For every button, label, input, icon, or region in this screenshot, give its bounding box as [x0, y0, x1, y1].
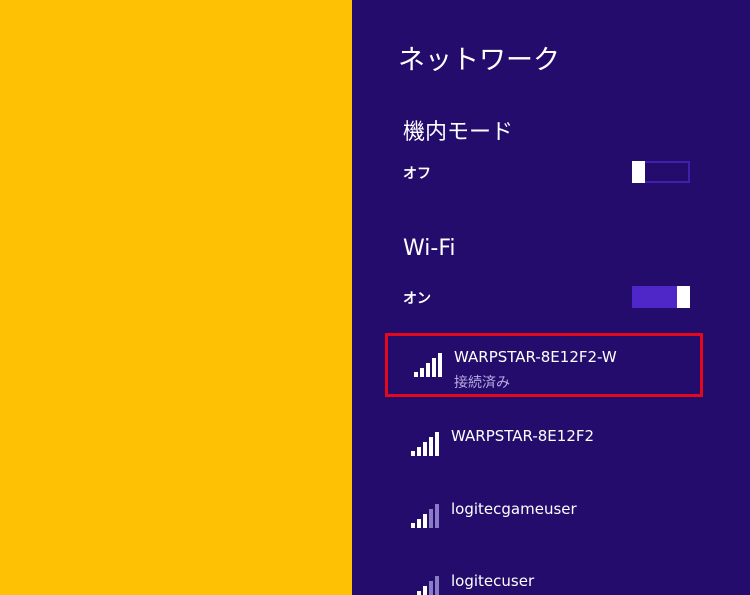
toggle-knob	[632, 161, 645, 183]
airplane-mode-title: 機内モード	[403, 120, 514, 145]
network-name: WARPSTAR-8E12F2-W	[454, 348, 617, 366]
wifi-state: オン	[403, 291, 431, 307]
wifi-signal-icon	[411, 504, 439, 528]
airplane-mode-toggle[interactable]	[632, 161, 690, 183]
network-item-warpstar-8e12f2[interactable]: WARPSTAR-8E12F2	[385, 413, 703, 477]
wifi-title: Wi-Fi	[403, 236, 456, 261]
wifi-toggle[interactable]	[632, 286, 690, 308]
desktop-background	[0, 0, 352, 595]
network-status: 接続済み	[454, 375, 510, 391]
network-item-logitecuser[interactable]: logitecuser	[385, 557, 703, 595]
wifi-signal-icon	[417, 576, 439, 595]
network-item-warpstar-8e12f2-w[interactable]: WARPSTAR-8E12F2-W 接続済み	[385, 333, 703, 397]
wifi-signal-icon	[411, 432, 439, 456]
screen: ネットワーク 機内モード オフ Wi-Fi オン WARPSTAR-8E12F2…	[0, 0, 750, 595]
panel-title: ネットワーク	[398, 45, 560, 76]
wifi-signal-icon	[414, 353, 442, 377]
network-name: WARPSTAR-8E12F2	[451, 427, 595, 445]
airplane-mode-state: オフ	[403, 166, 431, 182]
network-name: logitecgameuser	[451, 500, 577, 518]
network-charm-panel: ネットワーク 機内モード オフ Wi-Fi オン WARPSTAR-8E12F2…	[352, 0, 750, 595]
network-name: logitecuser	[451, 572, 535, 590]
network-item-logitecgameuser[interactable]: logitecgameuser	[385, 485, 703, 549]
toggle-knob	[677, 286, 690, 308]
